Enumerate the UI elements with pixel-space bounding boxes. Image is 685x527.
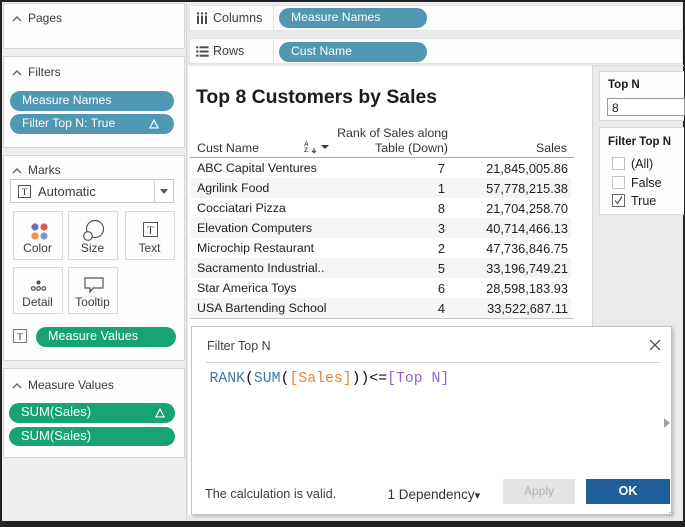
svg-text:T: T — [17, 333, 23, 343]
svg-text:T: T — [147, 225, 154, 236]
svg-text:T: T — [22, 187, 28, 197]
